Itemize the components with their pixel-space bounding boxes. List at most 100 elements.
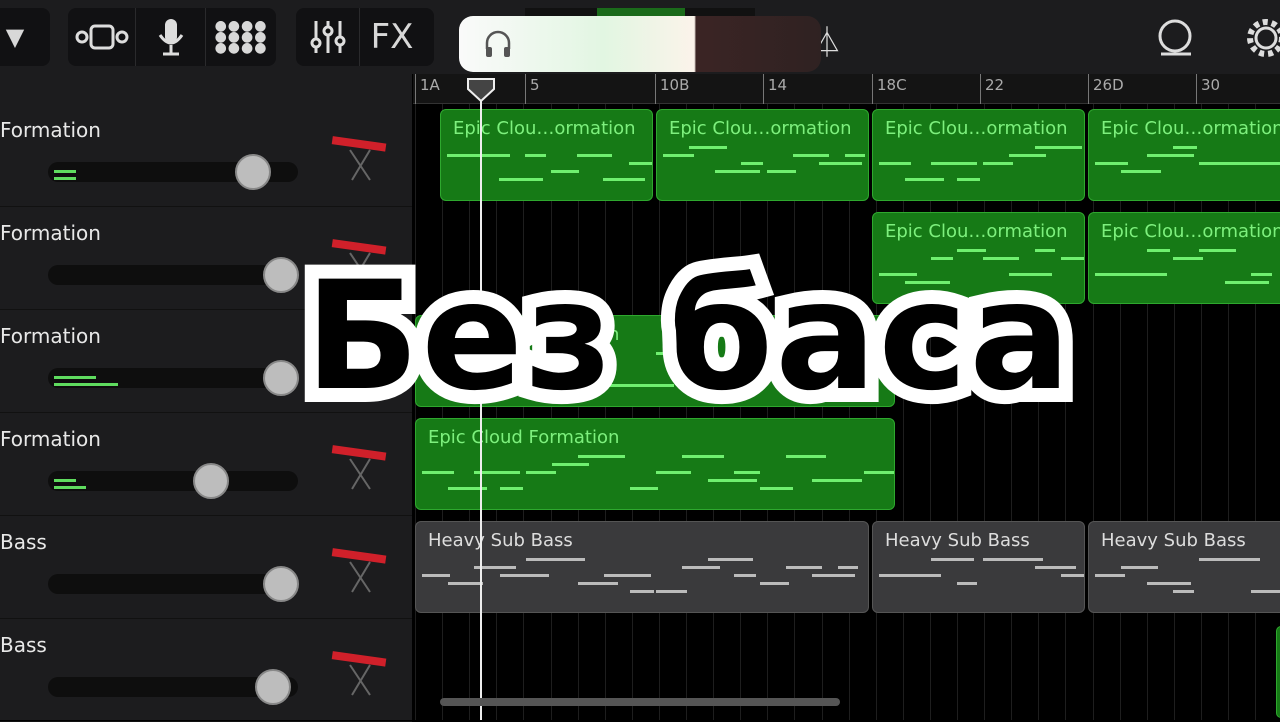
midi-note: [500, 487, 523, 490]
midi-note: [838, 566, 858, 569]
midi-note: [1121, 273, 1167, 276]
mixer-button[interactable]: [296, 8, 360, 66]
midi-note: [1173, 146, 1197, 149]
volume-slider-thumb[interactable]: [235, 154, 271, 190]
dropdown-button[interactable]: ▼: [0, 8, 40, 66]
midi-region[interactable]: Epic Clou…ormation: [440, 109, 653, 201]
loop-icon[interactable]: [1155, 18, 1197, 58]
track-name: Bass: [0, 633, 47, 657]
midi-note: [1225, 558, 1260, 561]
midi-note: [1121, 566, 1158, 569]
volume-slider-thumb[interactable]: [262, 257, 299, 293]
midi-note: [708, 558, 753, 561]
midi-note: [1035, 566, 1076, 569]
midi-region[interactable]: Epic Clou…ormation: [1088, 212, 1280, 304]
track-header[interactable]: Formation: [0, 413, 412, 516]
midi-note: [1009, 154, 1046, 157]
track-header[interactable]: Bass: [0, 516, 412, 619]
playhead-handle[interactable]: [467, 78, 495, 102]
grid-icon: ●●●● ●●●● ●●●●: [214, 17, 268, 56]
settings-icon[interactable]: [1244, 16, 1280, 60]
midi-note: [1173, 257, 1203, 260]
track-name: Formation: [0, 118, 101, 142]
bass-region[interactable]: Heavy Sub Bass: [415, 521, 869, 613]
region-title: Epic Clou…ormation: [1101, 221, 1280, 242]
midi-note: [682, 566, 720, 569]
midi-note: [905, 574, 941, 577]
ruler-mark: 22: [980, 74, 1008, 104]
region-title: Epic Clou…ormation: [1101, 118, 1280, 139]
midi-note: [663, 154, 694, 157]
midi-note: [473, 154, 510, 157]
midi-note: [767, 170, 796, 173]
keyboard-instrument-icon: [331, 445, 387, 490]
microphone-icon: [158, 19, 183, 56]
track-name: Formation: [0, 221, 101, 245]
midi-note: [552, 558, 585, 561]
midi-note: [864, 471, 894, 474]
midi-region[interactable]: [1276, 626, 1280, 718]
level-meter: [54, 479, 76, 482]
midi-note: [1225, 281, 1269, 284]
dropdown-triangle-icon: ▼: [5, 23, 25, 51]
track-header[interactable]: Formation: [0, 104, 412, 207]
mixer-icon: [310, 21, 345, 53]
ruler-mark: 30: [1196, 74, 1224, 104]
volume-slider[interactable]: [48, 265, 298, 285]
bass-region[interactable]: Heavy Sub Bass: [872, 521, 1085, 613]
level-meter: [54, 376, 96, 379]
midi-note: [422, 574, 450, 577]
keyboard-instrument-icon: [331, 548, 387, 593]
region-title: Heavy Sub Bass: [428, 530, 573, 551]
level-meter: [54, 170, 76, 173]
volume-slider[interactable]: [48, 574, 298, 594]
midi-note: [1199, 558, 1227, 561]
region-title: Heavy Sub Bass: [885, 530, 1030, 551]
midi-note: [629, 162, 652, 165]
region-title: Epic Clou…ormation: [885, 118, 1068, 139]
midi-note: [604, 574, 651, 577]
midi-region[interactable]: Epic Clou…ormation: [872, 109, 1085, 201]
level-meter: [54, 486, 86, 489]
midi-note: [656, 590, 687, 593]
midi-region[interactable]: Epic Clou…ormation: [1088, 109, 1280, 201]
midi-note: [812, 574, 855, 577]
midi-note: [1199, 249, 1236, 252]
midi-region[interactable]: Epic Clou…ormation: [656, 109, 869, 201]
volume-slider-thumb[interactable]: [192, 463, 229, 499]
volume-slider-thumb[interactable]: [262, 360, 299, 396]
instruments-button[interactable]: ●●●● ●●●● ●●●●: [206, 8, 276, 66]
midi-note: [734, 574, 756, 577]
overlay-caption-text: Без баса: [291, 236, 1085, 438]
ruler-mark: 14: [763, 74, 791, 104]
volume-slider-thumb[interactable]: [262, 566, 299, 602]
view-group: ●●●● ●●●● ●●●●: [68, 8, 276, 66]
midi-note: [838, 479, 862, 482]
tracks-view-button[interactable]: [68, 8, 136, 66]
midi-note: [845, 154, 865, 157]
bass-region[interactable]: Heavy Sub Bass: [1088, 521, 1280, 613]
midi-note: [734, 471, 760, 474]
track-menu-group: ▼: [0, 8, 50, 66]
timeline-ruler[interactable]: 1A 5 10B 14 18C 22 26D 30: [413, 74, 1280, 104]
track-header[interactable]: Bass: [0, 619, 412, 722]
ruler-mark: 1A: [415, 74, 444, 104]
record-button[interactable]: [136, 8, 206, 66]
fx-button[interactable]: FX: [360, 8, 424, 66]
volume-slider-thumb[interactable]: [255, 669, 291, 705]
midi-note: [957, 582, 977, 585]
keyboard-instrument-icon: [331, 136, 387, 181]
midi-note: [656, 471, 691, 474]
track-name: Formation: [0, 324, 101, 348]
region-title: Epic Clou…ormation: [885, 221, 1068, 242]
region-title: Heavy Sub Bass: [1101, 530, 1246, 551]
mix-group: FX: [296, 8, 434, 66]
midi-note: [525, 154, 546, 157]
horizontal-scrollbar[interactable]: [440, 698, 840, 706]
midi-note: [630, 590, 654, 593]
midi-region[interactable]: Epic Cloud Formation: [415, 418, 895, 510]
midi-note: [715, 170, 760, 173]
ruler-mark: 18C: [872, 74, 911, 104]
midi-note: [448, 582, 483, 585]
keyboard-instrument-icon: [331, 651, 387, 696]
